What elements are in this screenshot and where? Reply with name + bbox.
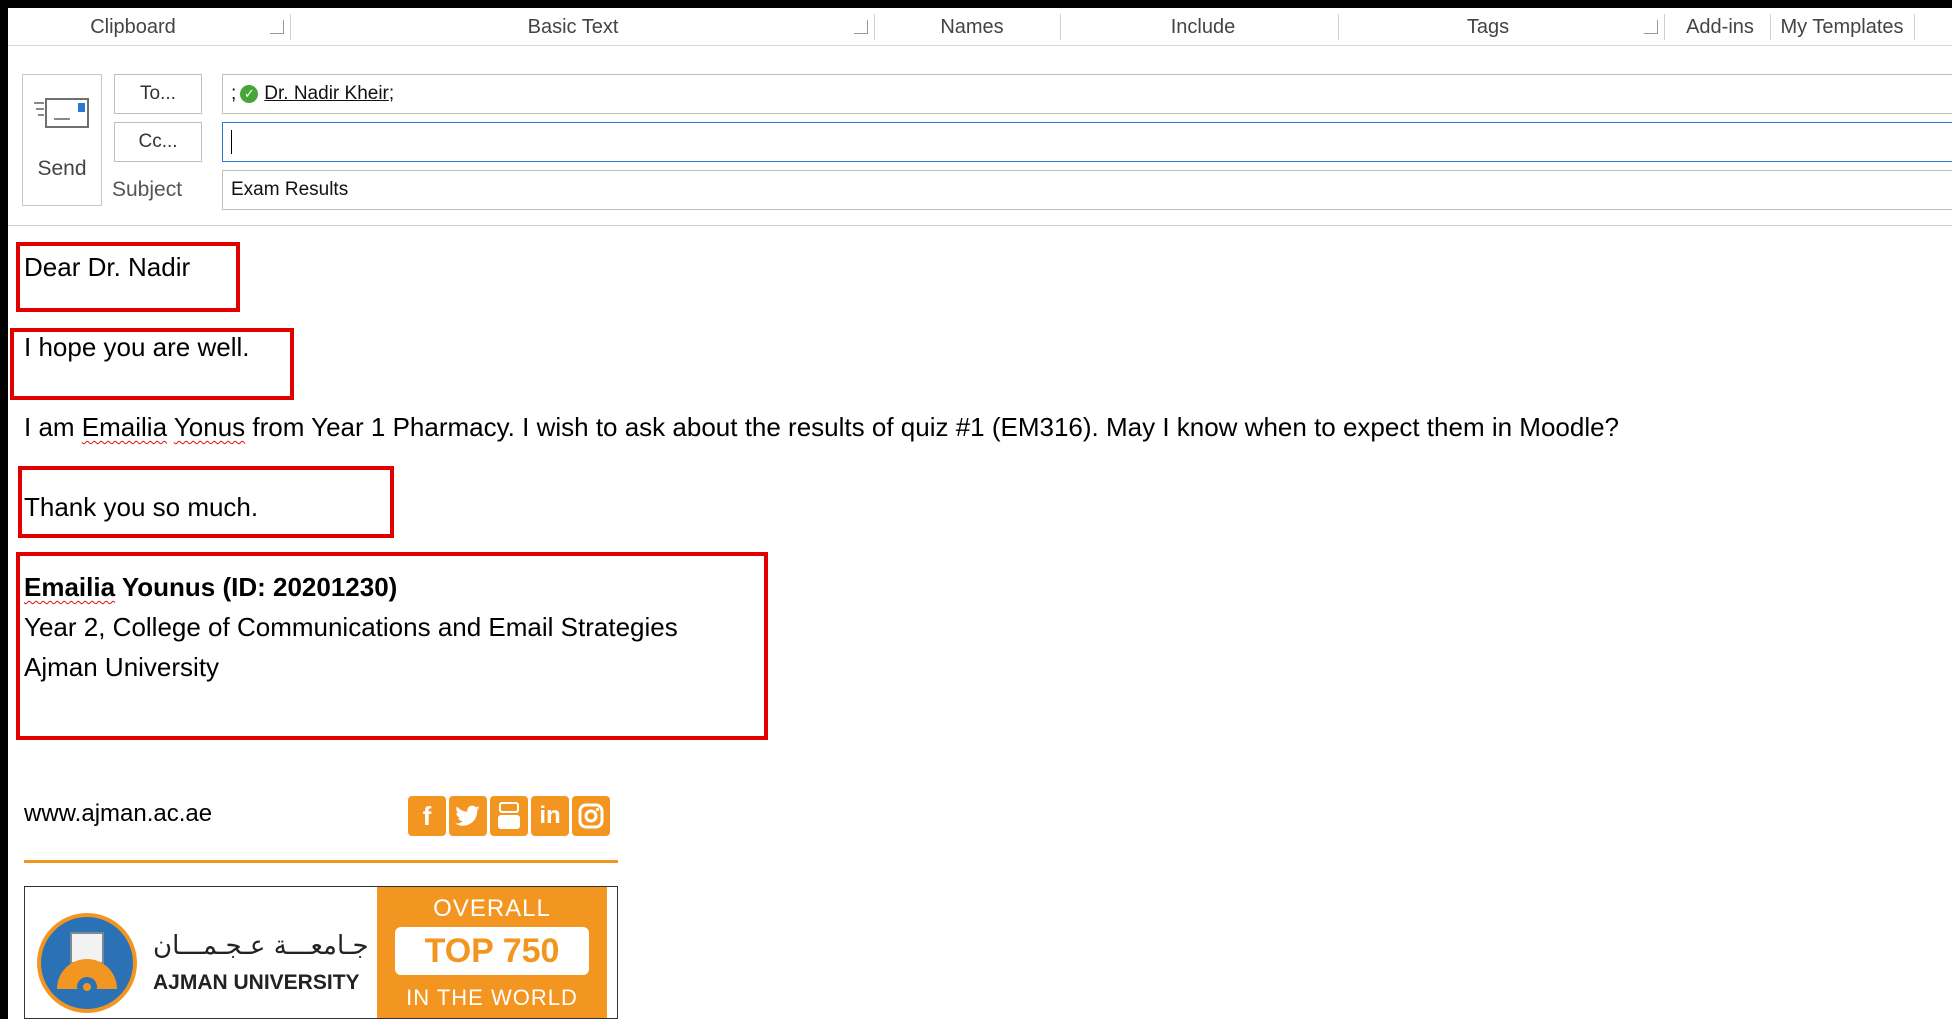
instagram-icon[interactable] [572,796,610,836]
to-button[interactable]: To... [114,74,202,114]
message-header: Send To... ; ✓ Dr. Nadir Kheir ; Cc... S… [8,46,1952,226]
ribbon-group-my-templates: My Templates [1780,15,1904,38]
linkedin-icon[interactable]: in [531,796,569,836]
subject-field[interactable]: Exam Results [222,170,1952,210]
send-button[interactable]: Send [22,74,102,206]
signature-divider [24,860,618,863]
arabic-university-name: جـامعـــة عـجـمـــان [153,931,369,961]
ribbon-separator [874,14,875,40]
ribbon-separator [290,14,291,40]
request-paragraph: I am Emailia Yonus from Year 1 Pharmacy.… [24,412,1619,443]
ribbon-separator [1914,14,1915,40]
ribbon-group-labels: Clipboard Basic Text Names Include Tags … [8,8,1952,46]
university-banner: جـامعـــة عـجـمـــان AJMAN UNIVERSITY OV… [24,886,618,1019]
to-suffix: ; [388,83,395,104]
ribbon-separator [1338,14,1339,40]
website-link[interactable]: www.ajman.ac.ae [24,800,212,828]
ribbon-group-add-ins: Add-ins [1686,15,1754,38]
text-caret [231,130,232,154]
youtube-icon[interactable] [490,796,528,836]
university-logo-icon [37,913,137,1013]
tags-launcher-icon[interactable] [1644,20,1658,34]
clipboard-launcher-icon[interactable] [270,20,284,34]
ribbon-separator [1664,14,1665,40]
request-text-part2: from Year 1 Pharmacy. I wish to ask abou… [245,412,1620,442]
rank-top-text: OVERALL [433,895,551,922]
request-text-part1: I am [24,412,82,442]
social-icons-row: f in [408,796,610,838]
highlight-box-greeting [16,242,240,312]
ribbon-group-clipboard: Clipboard [90,15,176,38]
send-label: Send [37,157,87,180]
ribbon-separator [1060,14,1061,40]
ribbon-group-include: Include [1170,15,1236,38]
rank-main-text: TOP 750 [395,927,589,975]
to-recipient[interactable]: Dr. Nadir Kheir [264,83,389,105]
rank-bottom-text: IN THE WORLD [406,985,578,1010]
cc-button[interactable]: Cc... [114,122,202,162]
subject-label: Subject [112,178,183,201]
ranking-badge: OVERALL TOP 750 IN THE WORLD [377,887,607,1018]
facebook-icon[interactable]: f [408,796,446,836]
university-name: AJMAN UNIVERSITY [153,971,360,994]
send-envelope-icon [34,95,90,131]
to-field[interactable]: ; ✓ Dr. Nadir Kheir ; [222,74,1952,114]
check-icon: ✓ [240,85,259,103]
highlight-box-signature [16,552,768,740]
to-prefix: ; [231,83,237,104]
basic-text-launcher-icon[interactable] [854,20,868,34]
twitter-icon[interactable] [449,796,487,836]
cc-field[interactable] [222,122,1952,162]
misspelled-word: Emailia [81,412,168,442]
highlight-box-well-wish [10,328,294,400]
subject-value: Exam Results [231,179,349,200]
ribbon-group-basic-text: Basic Text [527,15,619,38]
ribbon-group-tags: Tags [1466,15,1510,38]
ribbon-group-names: Names [940,15,1004,38]
highlight-box-closing [18,466,394,538]
misspelled-word: Yonus [173,412,246,442]
ribbon-separator [1770,14,1771,40]
